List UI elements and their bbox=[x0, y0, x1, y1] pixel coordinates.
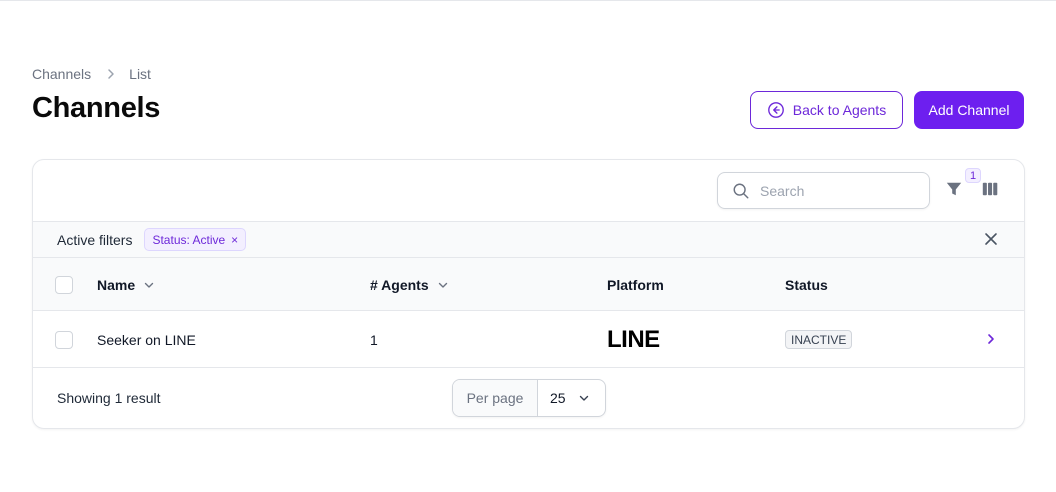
top-divider bbox=[0, 0, 1056, 1]
column-name-label: Name bbox=[97, 276, 136, 293]
status-badge: INACTIVE bbox=[785, 330, 853, 349]
column-header-agents[interactable]: # Agents bbox=[370, 258, 449, 311]
table-row[interactable]: Seeker on LINE 1 LINE INACTIVE bbox=[33, 311, 1024, 368]
column-status-label: Status bbox=[785, 276, 828, 293]
clear-filters-icon[interactable] bbox=[984, 232, 998, 246]
filter-chip-status: Status: Active × bbox=[144, 228, 247, 251]
cell-status: INACTIVE bbox=[785, 311, 853, 368]
active-filters-label: Active filters bbox=[57, 231, 133, 248]
columns-icon bbox=[981, 180, 999, 198]
table-header: Name # Agents Platform Status bbox=[33, 258, 1024, 311]
chevron-right-icon[interactable] bbox=[984, 332, 998, 346]
arrow-left-circle-icon bbox=[767, 101, 793, 119]
remove-filter-icon[interactable]: × bbox=[231, 233, 238, 247]
search-box[interactable] bbox=[717, 172, 930, 209]
add-channel-label: Add Channel bbox=[928, 102, 1010, 118]
active-filters-bar: Active filters Status: Active × bbox=[33, 221, 1024, 258]
filter-count-badge: 1 bbox=[965, 168, 981, 183]
back-to-agents-label: Back to Agents bbox=[792, 102, 887, 118]
chevron-right-icon bbox=[105, 68, 117, 80]
cell-agents: 1 bbox=[370, 331, 378, 348]
chevron-down-icon bbox=[566, 392, 590, 404]
filter-button[interactable] bbox=[945, 180, 965, 200]
breadcrumb-current: List bbox=[129, 66, 151, 82]
column-header-status: Status bbox=[785, 258, 828, 311]
toggle-columns-button[interactable] bbox=[981, 180, 1001, 200]
select-all-checkbox[interactable] bbox=[55, 276, 73, 294]
page-title: Channels bbox=[32, 92, 161, 124]
back-to-agents-button[interactable]: Back to Agents bbox=[750, 91, 903, 129]
search-input[interactable] bbox=[760, 182, 910, 199]
per-page-label: Per page bbox=[453, 380, 538, 416]
column-platform-label: Platform bbox=[607, 276, 664, 293]
search-icon bbox=[732, 182, 750, 200]
per-page-select[interactable]: 25 bbox=[538, 380, 605, 416]
breadcrumb-parent[interactable]: Channels bbox=[32, 66, 91, 82]
results-summary: Showing 1 result bbox=[57, 390, 161, 406]
cell-name: Seeker on LINE bbox=[97, 331, 196, 348]
filter-chip-label: Status: Active bbox=[152, 232, 226, 247]
chevron-down-icon bbox=[429, 279, 449, 291]
breadcrumb: Channels List bbox=[32, 66, 151, 82]
column-agents-label: # Agents bbox=[370, 276, 429, 293]
column-header-name[interactable]: Name bbox=[97, 258, 155, 311]
chevron-down-icon bbox=[135, 279, 155, 291]
per-page-value: 25 bbox=[550, 390, 566, 406]
line-logo: LINE bbox=[607, 325, 660, 353]
row-checkbox[interactable] bbox=[55, 331, 73, 349]
channels-table-card: 1 Active filters Status: Active × Name #… bbox=[32, 159, 1025, 429]
column-header-platform: Platform bbox=[607, 258, 664, 311]
cell-platform: LINE bbox=[607, 311, 660, 368]
filter-icon bbox=[945, 180, 963, 198]
per-page-control: Per page 25 bbox=[452, 379, 606, 417]
add-channel-button[interactable]: Add Channel bbox=[914, 91, 1024, 129]
